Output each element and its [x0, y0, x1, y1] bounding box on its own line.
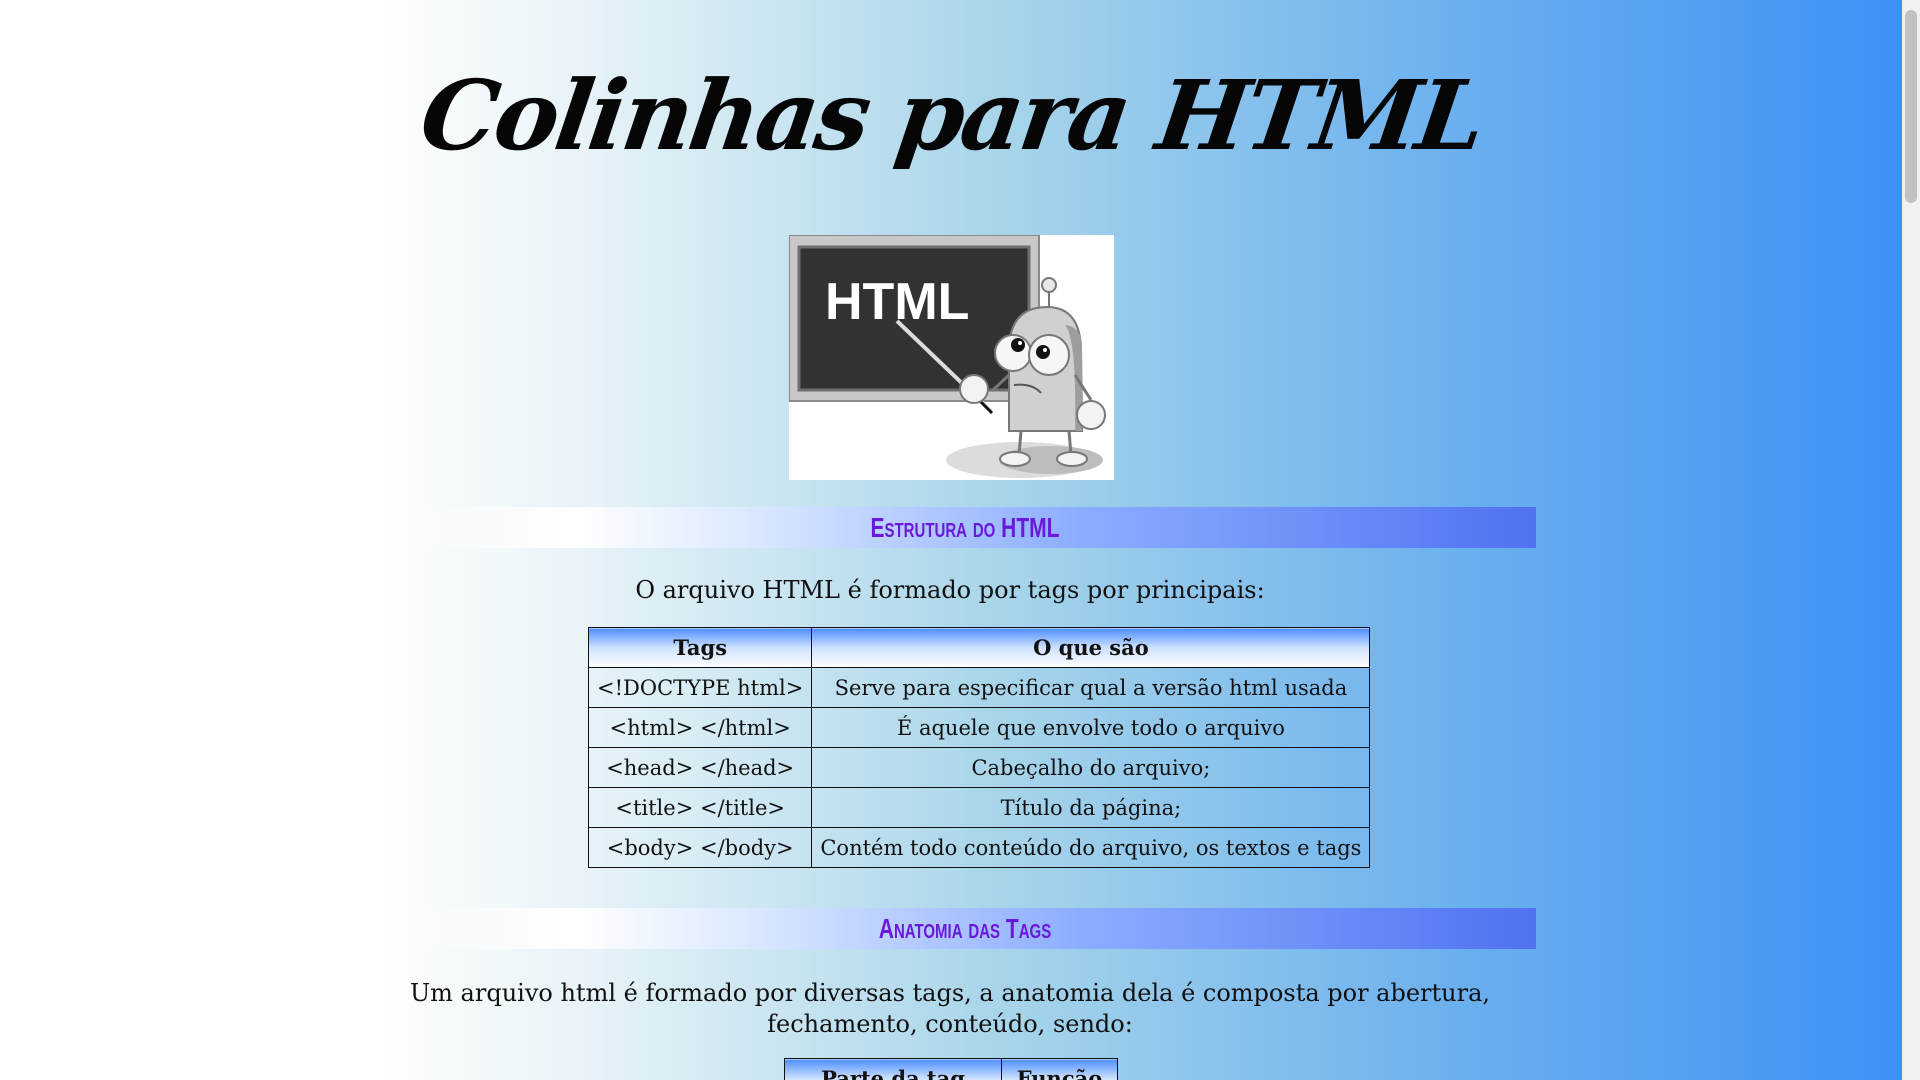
page: Colinhas para HTML HTML Estrutura do HTM… [0, 0, 1902, 1080]
page-title: Colinhas para HTML [414, 59, 1491, 172]
description-cell: É aquele que envolve todo o arquivo [811, 707, 1371, 748]
description-cell: Título da página; [811, 787, 1371, 828]
vertical-scrollbar[interactable] [1902, 0, 1920, 1080]
structure-section-description: O arquivo HTML é formado por tags por pr… [635, 576, 1265, 604]
html-structure-table: Tags O que são <!DOCTYPE html> Serve par… [587, 627, 1371, 868]
description-cell: Contém todo conteúdo do arquivo, os text… [811, 827, 1371, 868]
tag-anatomy-table-container: Parte da tag Função [784, 1058, 1118, 1080]
function-column-header: Função [1001, 1058, 1118, 1080]
tag-cell: <!DOCTYPE html> [587, 667, 813, 708]
table-row: <body> </body> Contém todo conteúdo do a… [587, 827, 1371, 868]
table-header-row: Parte da tag Função [784, 1058, 1118, 1080]
structure-section-heading-bar: Estrutura do HTML [394, 507, 1536, 548]
tag-cell: <head> </head> [587, 747, 813, 788]
description-cell: Cabeçalho do arquivo; [811, 747, 1371, 788]
table-row: <head> </head> Cabeçalho do arquivo; [587, 747, 1371, 788]
tag-anatomy-table: Parte da tag Função [784, 1058, 1118, 1080]
tag-cell: <title> </title> [587, 787, 813, 828]
structure-section-title: Estrutura do HTML [870, 512, 1060, 543]
html-teacher-robot-image: HTML [789, 235, 1114, 480]
anatomy-section-heading-bar: Anatomia das Tags [394, 908, 1536, 949]
html-structure-table-container: Tags O que são <!DOCTYPE html> Serve par… [587, 627, 1371, 868]
anatomy-section-description: Um arquivo html é formado por diversas t… [409, 979, 1491, 1038]
table-row: <!DOCTYPE html> Serve para especificar q… [587, 667, 1371, 708]
tag-part-column-header: Parte da tag [784, 1058, 1002, 1080]
html-teacher-robot-illustration: HTML [789, 235, 1114, 480]
table-row: <title> </title> Título da página; [587, 787, 1371, 828]
table-header-row: Tags O que são [587, 627, 1371, 668]
description-cell: Serve para especificar qual a versão htm… [811, 667, 1371, 708]
scrollbar-thumb[interactable] [1905, 10, 1917, 203]
anatomy-section-title: Anatomia das Tags [878, 913, 1052, 944]
tag-cell: <body> </body> [587, 827, 813, 868]
tags-column-header: Tags [587, 627, 813, 668]
table-row: <html> </html> É aquele que envolve todo… [587, 707, 1371, 748]
tag-cell: <html> </html> [587, 707, 813, 748]
description-column-header: O que são [811, 627, 1371, 668]
